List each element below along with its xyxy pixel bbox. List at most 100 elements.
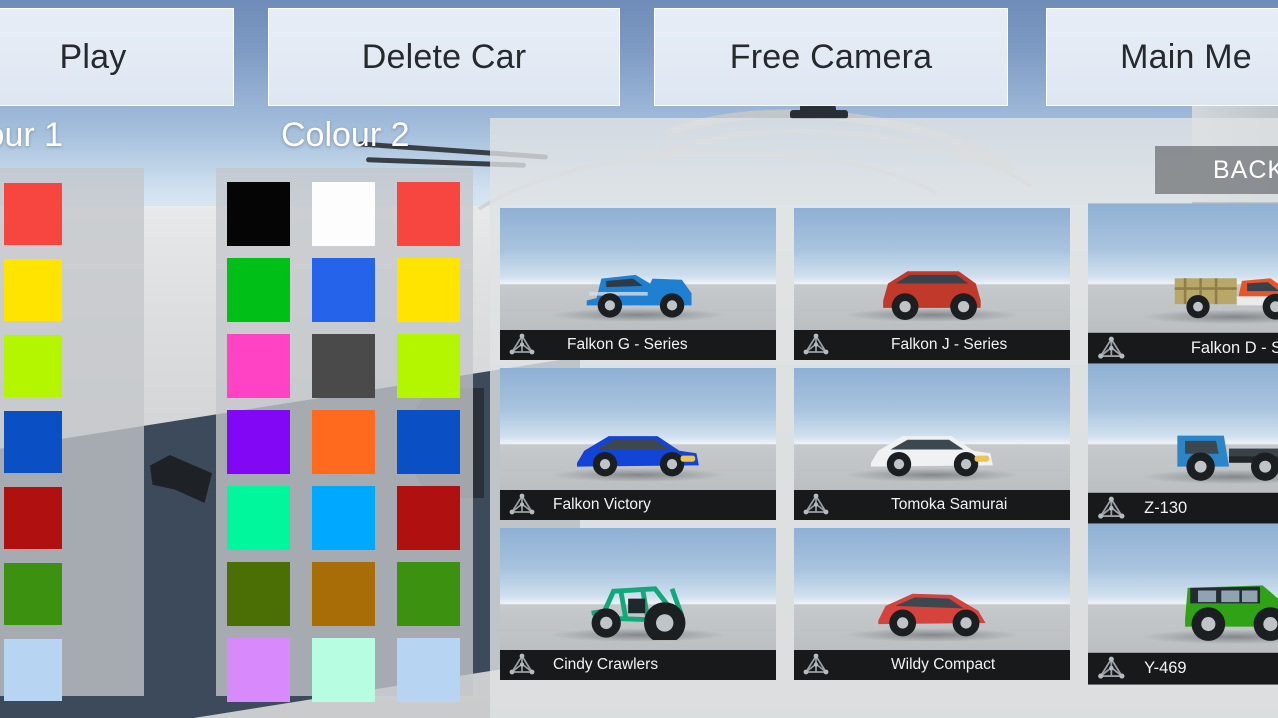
colour-swatch[interactable]: [227, 334, 290, 398]
colour-swatch[interactable]: [312, 182, 375, 246]
colour-swatch[interactable]: [227, 410, 290, 474]
colour-swatch[interactable]: [397, 562, 460, 626]
colour-swatch[interactable]: [4, 411, 62, 473]
swatch-cell: [0, 176, 70, 252]
colour-swatch[interactable]: [4, 259, 62, 321]
colour-2-palette[interactable]: [216, 168, 473, 696]
car-thumbnail: [794, 208, 1070, 330]
grid-gap: [1070, 520, 1088, 528]
play-button-label: Play: [60, 38, 127, 77]
car-name: Y-469: [1136, 659, 1187, 678]
colour-swatch[interactable]: [397, 410, 460, 474]
swatch-cell: [216, 328, 301, 404]
swatch-cell: [386, 480, 471, 556]
swatch-cell: [301, 556, 386, 632]
swatch-cell: [70, 252, 144, 328]
colour-1-palette[interactable]: [0, 168, 144, 696]
car-card[interactable]: Z-130: [1088, 363, 1278, 524]
car-thumbnail: [500, 368, 776, 490]
car-name: Tomoka Samurai: [839, 496, 1007, 514]
car-thumbnail-render: [522, 242, 754, 320]
mesh-triangle-icon: [509, 493, 535, 517]
car-grid: Falkon G - Series Falkon J - Series Falkon…: [500, 208, 1278, 680]
swatch-cell: [386, 556, 471, 632]
grid-gap: [794, 520, 1070, 528]
car-card[interactable]: Wildy Compact: [794, 528, 1070, 680]
colour-swatch[interactable]: [4, 639, 62, 701]
car-thumbnail-render: [1111, 239, 1278, 322]
car-card-label: Wildy Compact: [794, 650, 1070, 680]
car-card[interactable]: Falkon D - Series: [1088, 203, 1278, 364]
play-button[interactable]: Play: [0, 8, 234, 106]
mesh-triangle-icon: [509, 333, 535, 357]
grid-gap: [776, 208, 794, 360]
grid-gap: [1070, 368, 1088, 520]
swatch-cell: [70, 328, 144, 404]
car-card-label: Falkon G - Series: [500, 330, 776, 360]
colour-swatch[interactable]: [312, 486, 375, 550]
swatch-cell: [216, 252, 301, 328]
car-card-label: Cindy Crawlers: [500, 650, 776, 680]
colour-swatch[interactable]: [312, 562, 375, 626]
car-card-label: Falkon J - Series: [794, 330, 1070, 360]
car-card[interactable]: Cindy Crawlers: [500, 528, 776, 680]
delete-car-button-label: Delete Car: [362, 38, 527, 77]
car-card[interactable]: Y-469: [1088, 523, 1278, 684]
grid-gap: [1070, 528, 1088, 680]
free-camera-button[interactable]: Free Camera: [654, 8, 1008, 106]
colour-swatch[interactable]: [227, 258, 290, 322]
mesh-triangle-icon: [509, 653, 535, 677]
swatch-cell: [0, 632, 70, 708]
colour-swatch[interactable]: [312, 638, 375, 702]
colour-swatch[interactable]: [397, 334, 460, 398]
swatch-cell: [301, 404, 386, 480]
main-menu-button[interactable]: Main Me: [1046, 8, 1278, 106]
colour-swatch[interactable]: [312, 410, 375, 474]
back-button[interactable]: BACK: [1155, 146, 1278, 194]
car-card[interactable]: Falkon J - Series: [794, 208, 1070, 360]
grid-gap: [1070, 360, 1088, 368]
colour-swatch[interactable]: [4, 563, 62, 625]
swatch-cell: [386, 176, 471, 252]
grid-gap: [776, 360, 794, 368]
swatch-cell: [216, 480, 301, 556]
mesh-triangle-icon: [1098, 336, 1126, 361]
colour-swatch[interactable]: [312, 258, 375, 322]
colour-swatch[interactable]: [227, 562, 290, 626]
colour-swatch[interactable]: [4, 183, 62, 245]
colour-swatch[interactable]: [397, 638, 460, 702]
car-name: Falkon J - Series: [839, 336, 1007, 354]
swatch-cell: [301, 176, 386, 252]
car-thumbnail: [1088, 363, 1278, 492]
mesh-triangle-icon: [803, 333, 829, 357]
swatch-cell: [386, 632, 471, 708]
mesh-triangle-icon: [803, 493, 829, 517]
colour-swatch[interactable]: [4, 335, 62, 397]
colour-swatch[interactable]: [227, 486, 290, 550]
car-card[interactable]: Falkon Victory: [500, 368, 776, 520]
swatch-cell: [301, 328, 386, 404]
colour-swatch[interactable]: [227, 638, 290, 702]
colour-swatch[interactable]: [227, 182, 290, 246]
colour-swatch[interactable]: [397, 258, 460, 322]
swatch-cell: [70, 480, 144, 556]
colour-swatch[interactable]: [4, 487, 62, 549]
swatch-cell: [70, 556, 144, 632]
car-thumbnail-render: [522, 402, 754, 480]
car-thumbnail-render: [816, 402, 1048, 480]
swatch-cell: [70, 632, 144, 708]
colour-swatch[interactable]: [312, 334, 375, 398]
delete-car-button[interactable]: Delete Car: [268, 8, 620, 106]
car-card[interactable]: Tomoka Samurai: [794, 368, 1070, 520]
colour-swatch[interactable]: [397, 486, 460, 550]
car-thumbnail-render: [522, 562, 754, 640]
colour-2-swatch-grid: [216, 176, 473, 708]
colour-swatch[interactable]: [397, 182, 460, 246]
car-card[interactable]: Falkon G - Series: [500, 208, 776, 360]
car-thumbnail-render: [1111, 559, 1278, 642]
mesh-triangle-icon: [1098, 496, 1126, 521]
car-name: Falkon G - Series: [545, 336, 688, 354]
swatch-cell: [386, 404, 471, 480]
car-card-label: Tomoka Samurai: [794, 490, 1070, 520]
swatch-cell: [0, 556, 70, 632]
